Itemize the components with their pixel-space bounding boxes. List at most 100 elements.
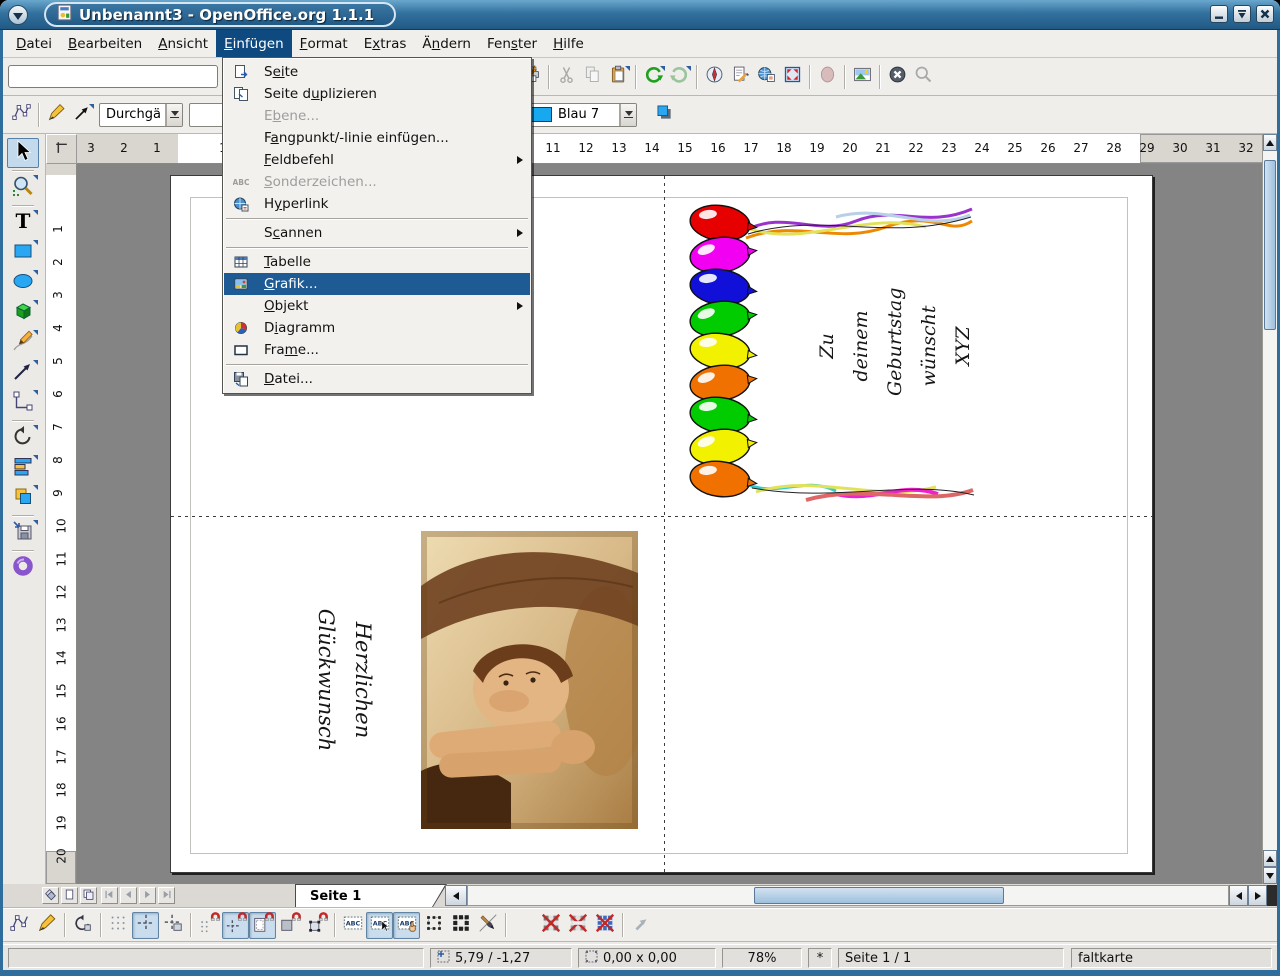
snap-to-grid-button[interactable] — [195, 912, 222, 939]
menu-item-objekt[interactable]: Objekt — [224, 295, 530, 317]
vertical-scrollbar[interactable] — [1262, 134, 1277, 884]
search-button[interactable] — [910, 64, 936, 90]
rotate-tool[interactable] — [7, 423, 39, 453]
menu-item-feldbefehl[interactable]: Feldbefehl — [224, 149, 530, 171]
select-text-area-only-button[interactable]: ABC — [366, 911, 393, 939]
snap-to-page-margins-button[interactable] — [249, 911, 276, 939]
vertical-scroll-thumb[interactable] — [1264, 160, 1276, 330]
menu-item-grafik[interactable]: Grafik... — [224, 273, 530, 295]
arrow-ends-button[interactable] — [69, 102, 95, 128]
menu-item-scannen[interactable]: Scannen — [224, 222, 530, 244]
scroll-up-button[interactable] — [1263, 134, 1277, 151]
large-handles-button[interactable] — [447, 912, 474, 939]
insert-object-tool[interactable] — [7, 518, 39, 548]
create-with-attributes-button[interactable] — [474, 912, 501, 939]
picture-placeholder-button[interactable] — [510, 912, 537, 939]
alignment-tool[interactable] — [7, 453, 39, 483]
edit-points-mode-button[interactable] — [6, 912, 33, 939]
arrange-tool[interactable] — [7, 483, 39, 513]
view-mode-layer-button[interactable] — [80, 887, 97, 904]
horizontal-scroll-thumb[interactable] — [754, 887, 1004, 904]
window-menu-button[interactable] — [8, 5, 28, 25]
snap-to-object-points-button[interactable] — [303, 912, 330, 939]
scroll-left-button[interactable] — [445, 885, 467, 906]
scroll-down-button[interactable] — [1263, 867, 1277, 884]
next-page-button[interactable] — [139, 887, 156, 904]
show-guides-button[interactable] — [132, 911, 159, 939]
zoom-tool[interactable] — [7, 173, 39, 203]
previous-page-button[interactable] — [120, 887, 137, 904]
first-page-button[interactable] — [101, 887, 118, 904]
fill-color-combo[interactable]: Blau 7 — [519, 102, 637, 127]
menu-ansicht[interactable]: Ansicht — [150, 30, 216, 57]
effects-tool[interactable] — [7, 553, 39, 583]
menu-item-frame[interactable]: Frame... — [224, 339, 530, 361]
minimize-button[interactable] — [1210, 5, 1228, 23]
edit-points-button[interactable] — [8, 102, 34, 128]
quick-edit-button[interactable]: ABC — [339, 912, 366, 939]
lines-arrows-tool[interactable] — [7, 358, 39, 388]
cherub-image[interactable] — [421, 531, 638, 829]
snap-to-guides-button[interactable] — [222, 911, 249, 939]
connector-tool[interactable] — [7, 388, 39, 418]
menu-item-seite-duplizieren[interactable]: Seite duplizieren — [224, 83, 530, 105]
line-placeholder-button[interactable] — [591, 912, 618, 939]
hyperlink-bar-button[interactable] — [753, 64, 779, 90]
navigator-button[interactable] — [701, 64, 727, 90]
zoom-button[interactable] — [779, 64, 805, 90]
horizontal-scrollbar[interactable] — [445, 885, 1277, 906]
menu-extras[interactable]: Ex tras — [356, 30, 415, 57]
undo-button[interactable] — [640, 64, 666, 90]
menu-format[interactable]: Format — [292, 30, 356, 57]
gallery-button[interactable] — [849, 64, 875, 90]
scroll-right-button[interactable] — [1248, 885, 1267, 906]
view-mode-page-button[interactable] — [42, 887, 59, 904]
3d-objects-tool[interactable] — [7, 298, 39, 328]
copy-button[interactable] — [579, 64, 605, 90]
page-tab[interactable]: Seite 1 — [295, 884, 447, 907]
stop-loading-button[interactable] — [884, 64, 910, 90]
card-inside-text[interactable]: Herzlichen Glückwunsch — [305, 605, 381, 755]
card-front-text[interactable]: Zu deinem Geburtstag wünscht XYZ — [810, 288, 980, 396]
menu-hilfe[interactable]: Hilfe — [545, 30, 592, 57]
show-grid-button[interactable] — [105, 912, 132, 939]
simple-handles-button[interactable] — [420, 912, 447, 939]
text-tool[interactable]: T — [7, 208, 39, 238]
menu-fenster[interactable]: Fen s ter — [479, 30, 545, 57]
scroll-up-button-bottom[interactable] — [1263, 850, 1277, 867]
cut-button[interactable] — [553, 64, 579, 90]
ellipse-tool[interactable] — [7, 268, 39, 298]
close-button[interactable] — [1256, 5, 1274, 23]
select-tool[interactable] — [6, 138, 39, 168]
shadow-button[interactable] — [651, 102, 677, 128]
exit-all-groups-button[interactable] — [627, 912, 654, 939]
rectangle-tool[interactable] — [7, 238, 39, 268]
double-click-to-edit-text-button[interactable]: ABC — [393, 911, 420, 939]
menu-item-seite[interactable]: Seite — [224, 61, 530, 83]
menu-item-fangpunkt-linie-einfugen[interactable]: Fangpunkt/-linie einfügen... — [224, 127, 530, 149]
menu-einfugen[interactable]: Einfügen — [216, 30, 292, 57]
scroll-left-button-right[interactable] — [1229, 885, 1248, 906]
line-style-combo[interactable]: Durchgä — [99, 102, 183, 127]
text-placeholder-button[interactable] — [564, 912, 591, 939]
menu-item-ebene[interactable]: Ebene... — [224, 105, 530, 127]
rotation-mode-button[interactable] — [69, 912, 96, 939]
view-mode-master-button[interactable] — [61, 887, 78, 904]
maximize-button[interactable] — [1233, 5, 1251, 23]
url-field[interactable] — [8, 65, 218, 88]
guides-to-front-button[interactable] — [159, 912, 186, 939]
menu-item-diagramm[interactable]: Diagramm — [224, 317, 530, 339]
curve-tool[interactable] — [7, 328, 39, 358]
last-page-button[interactable] — [158, 887, 175, 904]
menu-andern[interactable]: Än dern — [414, 30, 479, 57]
stylist-button[interactable] — [727, 64, 753, 90]
edit-line-button[interactable] — [33, 912, 60, 939]
menu-item-tabelle[interactable]: Tabelle — [224, 251, 530, 273]
contour-placeholder-button[interactable] — [537, 912, 564, 939]
combo-dropdown-button[interactable] — [620, 103, 636, 126]
edit-mode-button[interactable] — [814, 64, 840, 90]
menu-item-sonderzeichen[interactable]: ABC Sonderzeichen... — [224, 171, 530, 193]
combo-dropdown-button[interactable] — [166, 103, 182, 126]
menu-datei[interactable]: Datei — [8, 30, 60, 57]
menu-item-datei[interactable]: Datei... — [224, 368, 530, 390]
